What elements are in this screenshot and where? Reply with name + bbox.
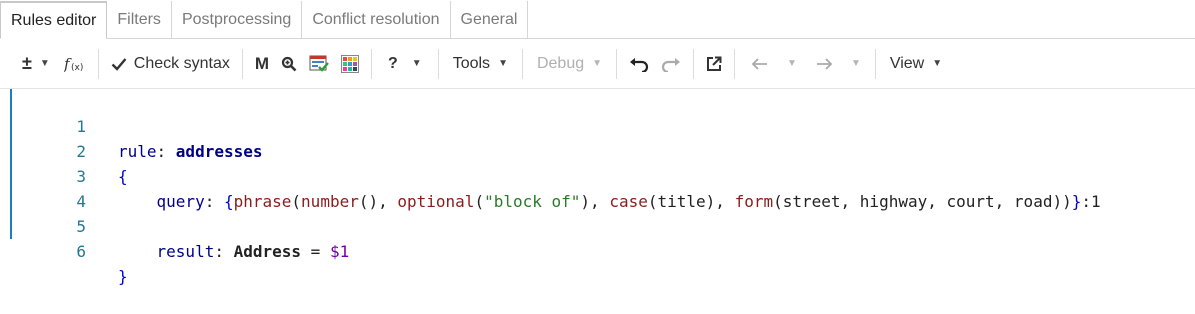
color-palette-button[interactable] <box>335 47 365 81</box>
chevron-down-icon: ▼ <box>39 58 50 69</box>
tools-dropdown-button[interactable]: Tools ▼ <box>445 47 516 81</box>
string-literal: "block of" <box>484 192 581 211</box>
tab-bar: Rules editor Filters Postprocessing Conf… <box>0 0 1195 39</box>
chevron-down-icon: ▼ <box>498 58 508 69</box>
view-dropdown-button[interactable]: View ▼ <box>882 47 950 81</box>
toolbar-divider <box>437 48 439 79</box>
close-brace: } <box>118 267 128 286</box>
weight-suffix: :1 <box>1081 192 1101 211</box>
code-line: 2 { <box>0 114 127 186</box>
redo-button[interactable] <box>655 47 687 81</box>
line-number: 2 <box>76 142 86 161</box>
tools-label: Tools <box>452 54 491 72</box>
line-number: 3 <box>76 167 86 186</box>
toolbar-divider <box>616 48 618 79</box>
colon: : <box>156 142 176 161</box>
table-check-button[interactable] <box>303 47 335 81</box>
line-number: 6 <box>76 242 86 261</box>
function-name: phrase <box>233 192 292 211</box>
svg-text:(x): (x) <box>71 63 83 73</box>
tab-postprocessing[interactable]: Postprocessing <box>172 1 303 38</box>
view-label: View <box>889 54 925 72</box>
function-name: case <box>609 192 648 211</box>
plus-minus-icon: ± <box>22 53 32 73</box>
open-external-button[interactable] <box>700 47 728 81</box>
tab-rules-editor[interactable]: Rules editor <box>0 1 108 39</box>
function-button[interactable]: f (x) <box>56 47 92 81</box>
redo-icon <box>662 57 681 72</box>
rule-name: addresses <box>175 142 263 161</box>
open-brace: { <box>118 167 128 186</box>
arrow-left-icon <box>751 57 768 70</box>
toolbar-divider <box>97 48 99 79</box>
code-line: 1 rule: addresses <box>0 89 262 161</box>
tab-general[interactable]: General <box>451 1 529 38</box>
toolbar-divider <box>241 48 243 79</box>
chevron-down-icon: ▼ <box>592 58 603 69</box>
function-name: number <box>301 192 359 211</box>
variable: $1 <box>329 242 350 261</box>
argument: title <box>657 192 706 211</box>
code-line: 6 } <box>0 214 127 286</box>
zoom-button[interactable] <box>275 47 303 81</box>
m-icon: M <box>254 53 270 73</box>
forward-button[interactable] <box>805 47 843 81</box>
argument-list: street, highway, court, road <box>782 192 1053 211</box>
tab-conflict-resolution[interactable]: Conflict resolution <box>302 1 451 38</box>
check-syntax-label: Check syntax <box>133 54 230 72</box>
code-line: 5 result: Address = $1 <box>0 189 349 261</box>
toolbar-divider <box>371 48 373 79</box>
m-button[interactable]: M <box>249 47 275 81</box>
code-line: 3 query: {phrase(number(), optional("blo… <box>0 139 1100 211</box>
undo-icon <box>630 57 649 72</box>
code-text: query: {phrase(number(), optional("block… <box>156 192 1101 211</box>
chevron-down-icon: ▼ <box>932 58 943 69</box>
keyword: rule <box>118 142 157 161</box>
line-number: 5 <box>76 217 86 236</box>
function-icon: f (x) <box>64 55 83 73</box>
color-grid-icon <box>341 54 360 73</box>
help-dropdown-button[interactable]: ? ▼ <box>378 47 432 81</box>
code-line: 4 <box>0 164 86 211</box>
toolbar-divider <box>521 48 523 79</box>
plus-minus-dropdown-button[interactable]: ± ▼ <box>12 47 56 81</box>
tab-filters[interactable]: Filters <box>107 1 172 38</box>
magnifier-icon <box>281 56 297 71</box>
arrow-right-icon <box>816 57 833 70</box>
result-key: result <box>156 242 215 261</box>
debug-dropdown-button[interactable]: Debug ▼ <box>529 47 610 81</box>
function-name: form <box>734 192 774 211</box>
chevron-down-icon: ▼ <box>850 58 861 69</box>
line-number: 4 <box>76 192 86 211</box>
code-text: result: Address = $1 <box>156 242 350 261</box>
external-link-icon <box>707 56 722 71</box>
toolbar-divider <box>734 48 736 79</box>
result-type: Address <box>233 242 302 261</box>
chevron-down-icon: ▼ <box>787 58 797 69</box>
line-number: 1 <box>76 117 86 136</box>
back-dropdown-button[interactable]: ▼ <box>779 47 805 81</box>
code-text: rule: addresses <box>118 139 263 164</box>
undo-button[interactable] <box>623 47 655 81</box>
table-check-icon <box>309 55 329 72</box>
question-mark-icon: ? <box>388 54 398 72</box>
query-key: query <box>156 192 205 211</box>
check-syntax-button[interactable]: Check syntax <box>105 47 236 81</box>
back-button[interactable] <box>741 47 779 81</box>
checkmark-icon <box>111 57 127 71</box>
code-editor[interactable]: 1 rule: addresses 2 { 3 query: {phrase(n… <box>0 89 1195 286</box>
debug-label: Debug <box>536 54 585 72</box>
function-name: optional <box>397 192 475 211</box>
forward-dropdown-button[interactable]: ▼ <box>843 47 869 81</box>
toolbar-divider <box>874 48 876 79</box>
toolbar-divider <box>693 48 695 79</box>
chevron-down-icon: ▼ <box>411 58 422 69</box>
editor-toolbar: ± ▼ f (x) Check syntax M ? ▼ Tools ▼ Deb… <box>0 39 1195 89</box>
